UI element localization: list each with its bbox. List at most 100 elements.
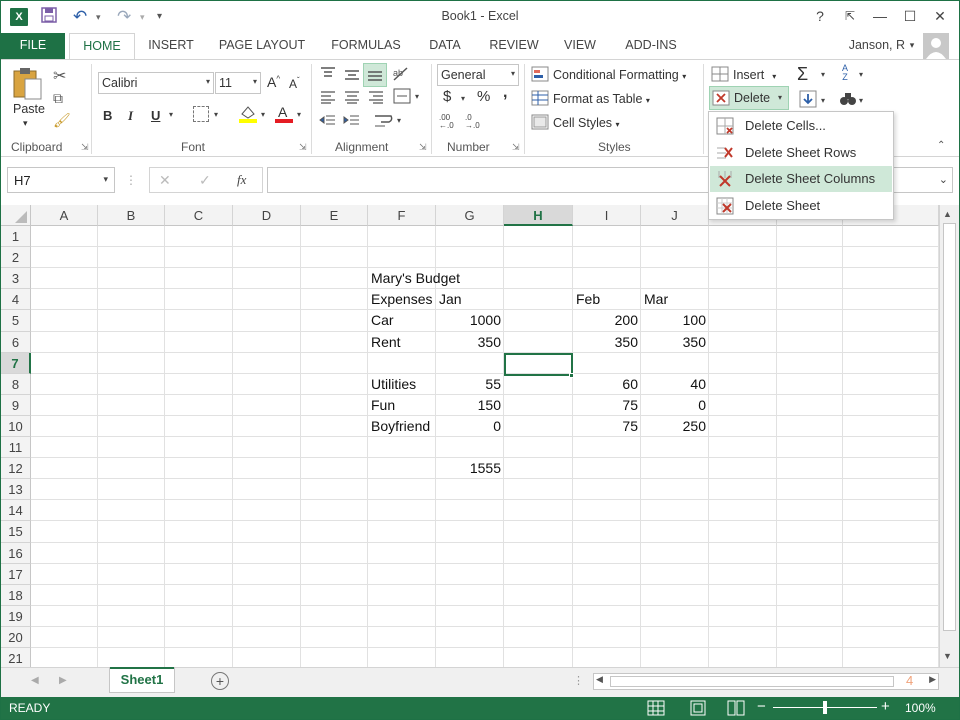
clipboard-launcher-icon[interactable]: ⇲ <box>81 142 89 153</box>
grow-font-icon[interactable]: A^ <box>267 74 280 90</box>
sheet-tab-sheet1[interactable]: Sheet1 <box>109 667 175 693</box>
enter-icon[interactable]: ✓ <box>199 172 211 189</box>
menu-item-delete-sheet-columns[interactable]: Delete Sheet Columns <box>710 166 892 192</box>
cut-icon[interactable]: ✂ <box>53 66 66 86</box>
cell-g12[interactable]: 1555 <box>436 458 504 479</box>
wrap-dropdown-icon[interactable]: ▾ <box>397 116 401 125</box>
column-header-c[interactable]: C <box>165 205 233 226</box>
scroll-up-icon[interactable]: ▲ <box>943 209 952 219</box>
minimize-icon[interactable]: — <box>867 5 893 27</box>
cell-j8[interactable]: 40 <box>641 374 709 395</box>
menu-item-delete-sheet[interactable]: Delete Sheet <box>710 193 892 219</box>
cell-f4[interactable]: Expenses <box>368 289 435 310</box>
hscroll-thumb[interactable] <box>610 676 894 687</box>
format-painter-icon[interactable]: 🖌 <box>53 112 71 129</box>
cancel-icon[interactable]: ✕ <box>159 172 171 189</box>
column-header-i[interactable]: I <box>573 205 641 226</box>
insert-cells-icon[interactable] <box>711 66 729 82</box>
cell-g8[interactable]: 55 <box>436 374 504 395</box>
paste-dropdown-icon[interactable]: ▾ <box>23 118 28 129</box>
fill-color-dropdown-icon[interactable]: ▾ <box>261 110 265 119</box>
column-header-a[interactable]: A <box>31 205 98 226</box>
cell-g6[interactable]: 350 <box>436 332 504 353</box>
bold-button[interactable]: B <box>103 108 112 123</box>
number-format-box[interactable]: General ▾ <box>437 64 519 86</box>
zoom-level[interactable]: 100% <box>905 701 936 715</box>
active-cell-h7[interactable] <box>504 353 573 376</box>
cell-f9[interactable]: Fun <box>368 395 398 416</box>
help-icon[interactable]: ? <box>807 5 833 27</box>
shrink-font-icon[interactable]: Aˇ <box>289 76 300 91</box>
cell-i4[interactable]: Feb <box>573 289 603 310</box>
currency-icon[interactable]: $ <box>443 88 451 105</box>
row-header-6[interactable]: 6 <box>1 332 31 353</box>
zoom-in-icon[interactable]: + <box>881 698 890 715</box>
underline-dropdown-icon[interactable]: ▾ <box>169 110 173 119</box>
cell-i9[interactable]: 75 <box>573 395 641 416</box>
row-header-17[interactable]: 17 <box>1 564 31 585</box>
align-right-icon[interactable] <box>367 90 385 104</box>
borders-icon[interactable] <box>193 106 209 122</box>
cell-g10[interactable]: 0 <box>436 416 504 437</box>
decrease-decimal-icon[interactable]: .0 →.0 <box>465 114 485 130</box>
column-header-f[interactable]: F <box>368 205 436 226</box>
collapse-ribbon-icon[interactable]: ⌃ <box>937 140 945 151</box>
cell-g4[interactable]: Jan <box>436 289 465 310</box>
sort-filter-icon[interactable]: A Z <box>839 64 851 82</box>
merge-center-icon[interactable] <box>393 88 411 104</box>
cell-f10[interactable]: Boyfriend <box>368 416 433 437</box>
user-dropdown-icon[interactable]: ▾ <box>907 33 917 59</box>
decrease-indent-icon[interactable] <box>319 114 337 128</box>
fill-icon[interactable] <box>799 90 817 108</box>
maximize-icon[interactable]: ☐ <box>897 5 923 27</box>
name-box[interactable]: H7 ▾ <box>7 167 115 193</box>
font-color-icon[interactable]: A <box>275 104 293 124</box>
column-header-e[interactable]: E <box>301 205 368 226</box>
user-name[interactable]: Janson, R <box>839 33 905 59</box>
cell-i10[interactable]: 75 <box>573 416 641 437</box>
menu-item-delete-sheet-rows[interactable]: Delete Sheet Rows <box>710 140 892 166</box>
tab-formulas[interactable]: FORMULAS <box>323 33 409 59</box>
number-launcher-icon[interactable]: ⇲ <box>512 142 520 153</box>
tab-review[interactable]: REVIEW <box>483 33 545 59</box>
sheet-next-icon[interactable]: ▶ <box>59 675 67 686</box>
select-all-corner[interactable] <box>1 205 31 226</box>
expand-formula-bar-icon[interactable]: ⌄ <box>939 173 948 186</box>
close-icon[interactable]: ✕ <box>927 5 953 27</box>
merge-dropdown-icon[interactable]: ▾ <box>415 92 419 101</box>
copy-icon[interactable]: ⧉ <box>53 90 63 107</box>
name-box-dropdown-icon[interactable]: ▾ <box>103 174 108 185</box>
row-header-20[interactable]: 20 <box>1 627 31 648</box>
italic-button[interactable]: I <box>128 108 133 124</box>
row-header-7[interactable]: 7 <box>1 353 31 374</box>
cell-j4[interactable]: Mar <box>641 289 671 310</box>
zoom-out-icon[interactable]: − <box>757 698 766 715</box>
row-header-3[interactable]: 3 <box>1 268 31 289</box>
cell-styles-button[interactable]: Cell Styles ▾ <box>553 116 620 130</box>
comma-style-icon[interactable]: , <box>503 84 507 102</box>
font-name-box[interactable]: Calibri ▾ <box>98 72 214 94</box>
scroll-thumb[interactable] <box>943 223 956 631</box>
row-header-10[interactable]: 10 <box>1 416 31 437</box>
increase-decimal-icon[interactable]: .00 ←.0 <box>439 114 459 130</box>
tab-add-ins[interactable]: ADD-INS <box>613 33 689 59</box>
tab-insert[interactable]: INSERT <box>141 33 201 59</box>
tab-split-grip-icon[interactable]: ⋮ <box>573 674 584 687</box>
row-header-8[interactable]: 8 <box>1 374 31 395</box>
row-header-15[interactable]: 15 <box>1 521 31 543</box>
format-as-table-icon[interactable] <box>531 90 549 106</box>
cell-j9[interactable]: 0 <box>641 395 709 416</box>
cell-j5[interactable]: 100 <box>641 310 709 331</box>
alignment-launcher-icon[interactable]: ⇲ <box>419 142 427 153</box>
autosum-dropdown-icon[interactable]: ▾ <box>821 70 825 79</box>
row-header-9[interactable]: 9 <box>1 395 31 416</box>
underline-button[interactable]: U <box>151 108 160 123</box>
delete-dropdown-icon[interactable]: ▾ <box>778 93 782 102</box>
row-header-2[interactable]: 2 <box>1 247 31 268</box>
row-header-13[interactable]: 13 <box>1 479 31 500</box>
scroll-right-icon[interactable]: ▶ <box>929 674 936 685</box>
format-as-table-button[interactable]: Format as Table ▾ <box>553 92 650 106</box>
cell-j10[interactable]: 250 <box>641 416 709 437</box>
row-header-5[interactable]: 5 <box>1 310 31 332</box>
increase-indent-icon[interactable] <box>343 114 361 128</box>
